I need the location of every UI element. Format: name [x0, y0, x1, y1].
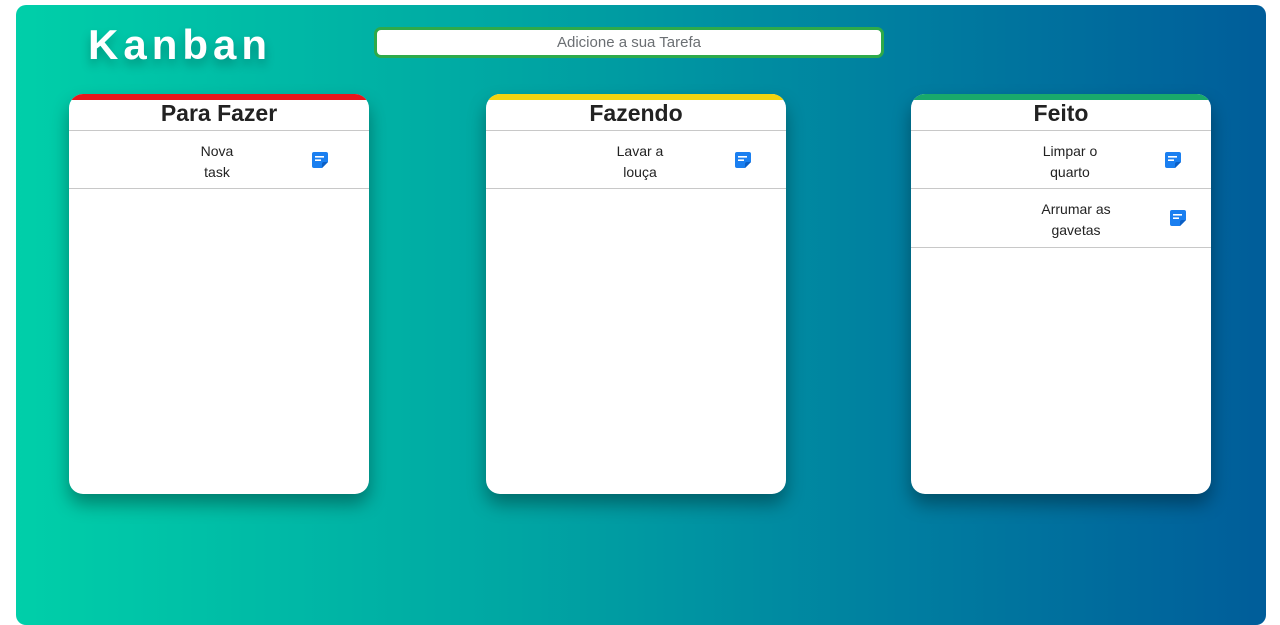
task-text: Lavar a louça — [616, 143, 664, 180]
column-fazendo: Fazendo Lavar a louça — [486, 94, 786, 494]
task-text: Arrumar as gavetas — [1041, 201, 1111, 238]
edit-note-icon[interactable] — [1164, 151, 1182, 169]
edit-note-icon[interactable] — [1169, 209, 1187, 227]
task-card[interactable]: Nova task — [69, 130, 369, 189]
edit-note-icon[interactable] — [311, 151, 329, 169]
column-accent-bar — [486, 94, 786, 100]
task-text: Nova task — [200, 143, 234, 180]
column-feito: Feito Limpar o quarto Arrumar as gavetas — [911, 94, 1211, 494]
app-background: Kanban Para Fazer Nova task Fazendo Lava… — [16, 5, 1266, 625]
app-title: Kanban — [88, 21, 273, 68]
column-accent-bar — [69, 94, 369, 100]
task-card[interactable]: Lavar a louça — [486, 130, 786, 189]
add-task-input[interactable] — [374, 27, 884, 58]
column-accent-bar — [911, 94, 1211, 100]
task-card[interactable]: Limpar o quarto — [911, 130, 1211, 189]
task-text: Limpar o quarto — [1042, 143, 1098, 180]
column-para-fazer: Para Fazer Nova task — [69, 94, 369, 494]
edit-note-icon[interactable] — [734, 151, 752, 169]
task-card[interactable]: Arrumar as gavetas — [911, 189, 1211, 248]
